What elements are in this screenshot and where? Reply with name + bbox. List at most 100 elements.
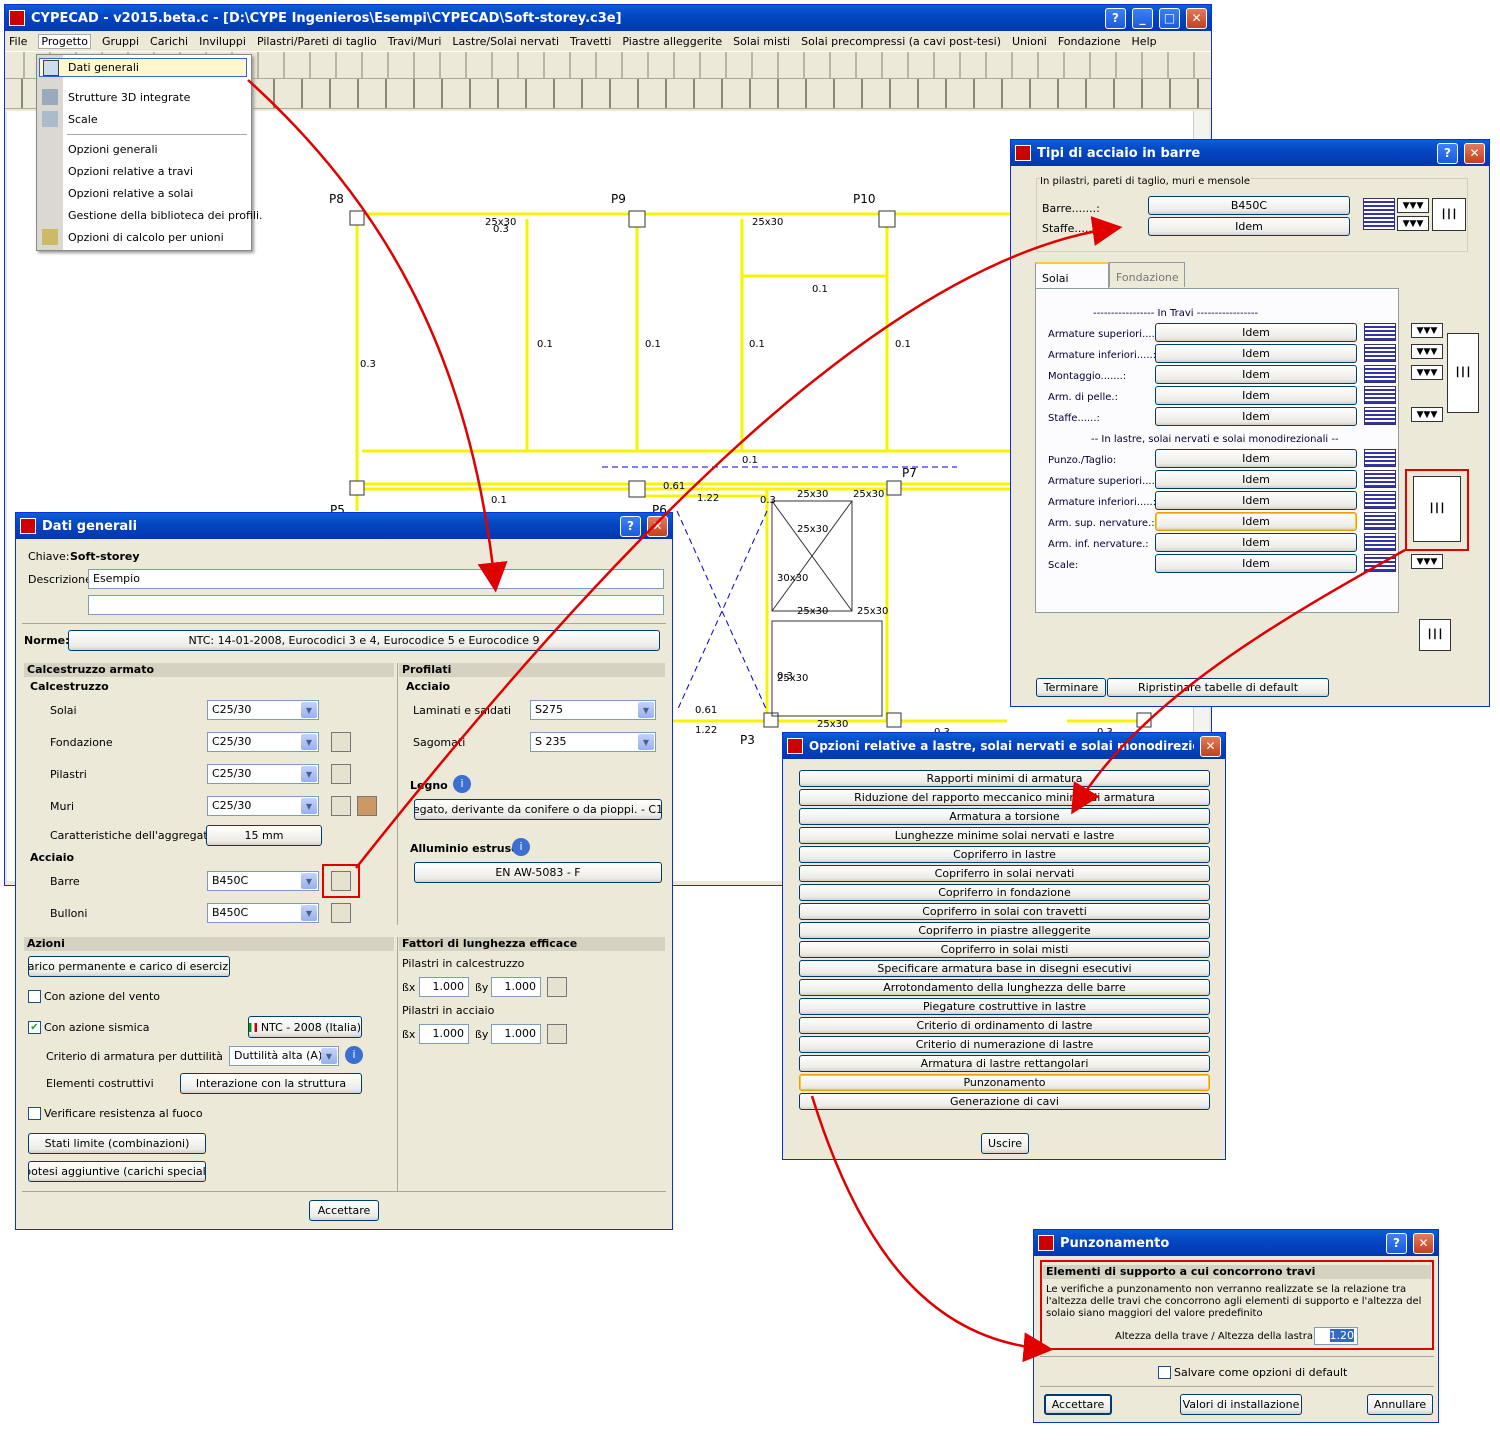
slider-vertical-icon[interactable]: ┃┃┃ bbox=[1432, 198, 1466, 231]
ripristinare-button[interactable]: Ripristinare tabelle di default bbox=[1107, 678, 1329, 697]
by-calcestruzzo-input[interactable]: 1.000 bbox=[491, 977, 541, 997]
slider-vertical-icon[interactable]: ┃┃┃ bbox=[1447, 333, 1479, 413]
vento-checkbox[interactable] bbox=[28, 990, 41, 1003]
fondazione-options-icon[interactable] bbox=[331, 732, 351, 752]
uscire-button[interactable]: Uscire bbox=[981, 1133, 1029, 1154]
stati-limite-button[interactable]: Stati limite (combinazioni) bbox=[28, 1133, 206, 1154]
fuoco-checkbox[interactable] bbox=[28, 1107, 41, 1120]
menu-fondazione[interactable]: Fondazione bbox=[1058, 35, 1121, 48]
opzioni-button[interactable]: Copriferro in solai nervati bbox=[799, 865, 1210, 882]
bulloni-options-icon[interactable] bbox=[331, 903, 351, 923]
calc-lunghezza-icon[interactable] bbox=[547, 1024, 567, 1044]
opzioni-button[interactable]: Copriferro in piastre alleggerite bbox=[799, 922, 1210, 939]
help-button[interactable]: ? bbox=[1437, 142, 1458, 164]
norme-button[interactable]: NTC: 14-01-2008, Eurocodici 3 e 4, Euroc… bbox=[68, 630, 660, 651]
opzioni-button[interactable]: Criterio di numerazione di lastre bbox=[799, 1036, 1210, 1053]
opzioni-button[interactable]: Copriferro in solai misti bbox=[799, 941, 1210, 958]
help-button[interactable]: ? bbox=[620, 515, 641, 537]
laminati-select[interactable]: S275 ▼ bbox=[530, 700, 656, 720]
menu-item-scale[interactable]: Scale bbox=[68, 113, 98, 126]
menu-solai-precompressi[interactable]: Solai precompressi (a cavi post-tesi) bbox=[801, 35, 1001, 48]
table-grid-icon[interactable] bbox=[1364, 491, 1396, 509]
opzioni-button[interactable]: Generazione di cavi bbox=[799, 1093, 1210, 1110]
info-icon[interactable]: i bbox=[512, 838, 530, 856]
opzioni-button[interactable]: Specificare armatura base in disegni ese… bbox=[799, 960, 1210, 977]
menu-unioni[interactable]: Unioni bbox=[1012, 35, 1047, 48]
table-grid-icon[interactable] bbox=[1364, 470, 1396, 488]
alluminio-button[interactable]: EN AW-5083 - F bbox=[414, 862, 662, 883]
table-grid-icon[interactable] bbox=[1364, 449, 1396, 467]
menu-item-opzioni-travi[interactable]: Opzioni relative a travi bbox=[68, 165, 193, 178]
annullare-button[interactable]: Annullare bbox=[1367, 1394, 1433, 1415]
ntc-button[interactable]: NTC - 2008 (Italia) bbox=[248, 1016, 362, 1038]
tab-solai[interactable]: Solai bbox=[1035, 262, 1109, 289]
armature-inferiori-travi-button[interactable]: Idem bbox=[1155, 344, 1357, 363]
arm-sup-nervature-button[interactable]: Idem bbox=[1155, 512, 1357, 531]
legno-button[interactable]: Segato, derivante da conifere o da piopp… bbox=[414, 799, 662, 820]
bulloni-select[interactable]: B450C ▼ bbox=[207, 903, 319, 923]
menu-travi[interactable]: Travi/Muri bbox=[388, 35, 442, 48]
table-grid-icon[interactable] bbox=[1363, 198, 1395, 230]
staffe-button[interactable]: Idem bbox=[1148, 217, 1350, 236]
calc-lunghezza-icon[interactable] bbox=[547, 977, 567, 997]
montaggio-button[interactable]: Idem bbox=[1155, 365, 1357, 384]
interazione-button[interactable]: Interazione con la struttura bbox=[180, 1073, 362, 1094]
opzioni-button[interactable]: Piegature costruttive in lastre bbox=[799, 998, 1210, 1015]
help-button[interactable]: ? bbox=[1105, 7, 1126, 29]
valori-installazione-button[interactable]: Valori di installazione bbox=[1180, 1394, 1302, 1415]
maximize-button[interactable]: □ bbox=[1159, 7, 1180, 29]
tipi-acciaio-icon[interactable] bbox=[331, 871, 351, 891]
menu-help[interactable]: Help bbox=[1132, 35, 1157, 48]
by-acciaio-input[interactable]: 1.000 bbox=[491, 1024, 541, 1044]
scale-button[interactable]: Idem bbox=[1155, 554, 1357, 573]
slider-icon[interactable]: ▼▼▼ bbox=[1411, 407, 1443, 422]
armature-superiori-lastre-button[interactable]: Idem bbox=[1155, 470, 1357, 489]
muri-select[interactable]: C25/30 ▼ bbox=[207, 796, 319, 816]
salvare-checkbox[interactable] bbox=[1158, 1366, 1171, 1379]
table-grid-icon[interactable] bbox=[1364, 344, 1396, 362]
arm-inf-nervature-button[interactable]: Idem bbox=[1155, 533, 1357, 552]
menu-lastre[interactable]: Lastre/Solai nervati bbox=[452, 35, 559, 48]
close-button[interactable]: ✕ bbox=[1413, 1232, 1434, 1254]
opzioni-button[interactable]: Copriferro in fondazione bbox=[799, 884, 1210, 901]
bx-calcestruzzo-input[interactable]: 1.000 bbox=[419, 977, 469, 997]
menu-travetti[interactable]: Travetti bbox=[570, 35, 611, 48]
descrizione-input[interactable]: Esempio bbox=[88, 569, 664, 589]
arm-pelle-button[interactable]: Idem bbox=[1155, 386, 1357, 405]
slider-icon[interactable]: ▼▼▼ bbox=[1397, 198, 1429, 213]
bx-acciaio-input[interactable]: 1.000 bbox=[419, 1024, 469, 1044]
armature-inferiori-lastre-button[interactable]: Idem bbox=[1155, 491, 1357, 510]
slider-vertical-icon[interactable]: ┃┃┃ bbox=[1413, 476, 1461, 542]
help-button[interactable]: ? bbox=[1386, 1232, 1407, 1254]
muri-options-icon[interactable] bbox=[331, 796, 351, 816]
opzioni-button[interactable]: Criterio di ordinamento di lastre bbox=[799, 1017, 1210, 1034]
opzioni-button[interactable]: Arrotondamento della lunghezza delle bar… bbox=[799, 979, 1210, 996]
table-grid-icon[interactable] bbox=[1364, 512, 1396, 530]
close-button[interactable]: ✕ bbox=[1186, 7, 1207, 29]
opzioni-button[interactable]: Copriferro in lastre bbox=[799, 846, 1210, 863]
fondazione-select[interactable]: C25/30 ▼ bbox=[207, 732, 319, 752]
slider-icon[interactable]: ▼▼▼ bbox=[1411, 323, 1443, 338]
slider-icon[interactable]: ▼▼▼ bbox=[1411, 554, 1443, 569]
table-grid-icon[interactable] bbox=[1364, 407, 1396, 425]
info-icon[interactable]: i bbox=[345, 1046, 363, 1064]
menu-carichi[interactable]: Carichi bbox=[150, 35, 188, 48]
opzioni-button[interactable]: Armatura di lastre rettangolari bbox=[799, 1055, 1210, 1072]
menu-file[interactable]: File bbox=[9, 35, 27, 48]
ipotesi-button[interactable]: Ipotesi aggiuntive (carichi speciali) bbox=[28, 1161, 206, 1182]
table-grid-icon[interactable] bbox=[1364, 533, 1396, 551]
solai-select[interactable]: C25/30 ▼ bbox=[207, 700, 319, 720]
menu-item-calcolo-unioni[interactable]: Opzioni di calcolo per unioni bbox=[68, 231, 224, 244]
carico-button[interactable]: Carico permanente e carico di esercizio bbox=[28, 956, 230, 977]
menu-progetto[interactable]: Progetto bbox=[38, 33, 91, 49]
slider-icon[interactable]: ▼▼▼ bbox=[1411, 365, 1443, 380]
sismica-checkbox[interactable]: ✔ bbox=[28, 1021, 41, 1034]
menu-item-biblioteca-profili[interactable]: Gestione della biblioteca dei profili. bbox=[68, 209, 263, 222]
opzioni-button[interactable]: Riduzione del rapporto meccanico minimo … bbox=[799, 789, 1210, 806]
menu-pilastri[interactable]: Pilastri/Pareti di taglio bbox=[257, 35, 377, 48]
opzioni-button[interactable]: Lunghezze minime solai nervati e lastre bbox=[799, 827, 1210, 844]
menu-piastre[interactable]: Piastre alleggerite bbox=[622, 35, 722, 48]
opzioni-button[interactable]: Rapporti minimi di armatura bbox=[799, 770, 1210, 787]
opzioni-button[interactable]: Armatura a torsione bbox=[799, 808, 1210, 825]
menu-item-dati-generali[interactable]: Dati generali bbox=[39, 58, 247, 77]
